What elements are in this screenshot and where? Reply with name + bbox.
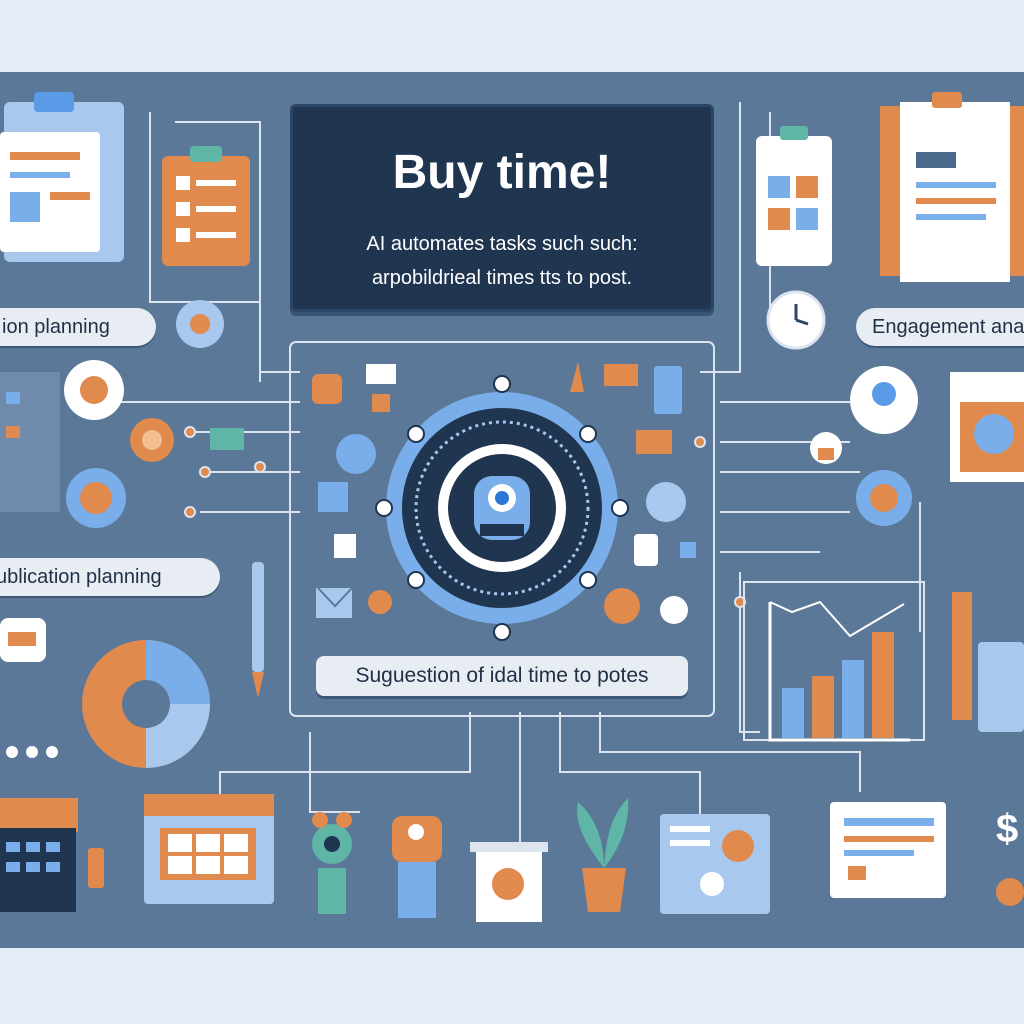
svg-text:$: $	[996, 807, 1018, 851]
pie-chart-icon	[82, 640, 210, 768]
bar-chart-icon	[743, 581, 1024, 742]
checklist-icon	[162, 146, 250, 266]
plant-icon	[577, 798, 629, 912]
pen-icon	[252, 562, 264, 698]
label-mid-left: ublication planning	[0, 558, 220, 596]
title-box: Buy time! AI automates tasks such such: …	[290, 104, 714, 312]
puzzle-icon	[312, 812, 352, 914]
envelope-icon	[317, 587, 353, 618]
monitor-icon	[830, 802, 946, 898]
keyboard-icon	[0, 798, 104, 912]
hand-icon	[392, 816, 442, 918]
subtitle-line-1: AI automates tasks such such:	[366, 233, 638, 255]
cup-icon	[470, 842, 548, 922]
chat-icon	[0, 618, 58, 758]
main-panel: $ Buy time! AI automates tasks such such…	[0, 72, 1024, 948]
clock-icon	[766, 290, 826, 350]
lock-icon	[810, 366, 918, 464]
book-icon	[660, 814, 770, 914]
clipboard-icon	[0, 92, 124, 262]
label-top-left: ion planning	[0, 308, 156, 346]
calendar-icon	[144, 794, 274, 904]
page-title: Buy time!	[392, 146, 612, 199]
infographic: $ Buy time! AI automates tasks such such…	[0, 0, 1024, 1024]
phone-icon	[756, 126, 832, 266]
subtitle-line-2: arpobildrieal times tts to post.	[371, 267, 633, 289]
document-icon	[880, 92, 1024, 282]
dollar-icon: $	[996, 807, 1024, 906]
label-top-right: Engagement ana	[856, 308, 1024, 346]
center-label: Suguestion of idal time to potes	[316, 656, 688, 696]
